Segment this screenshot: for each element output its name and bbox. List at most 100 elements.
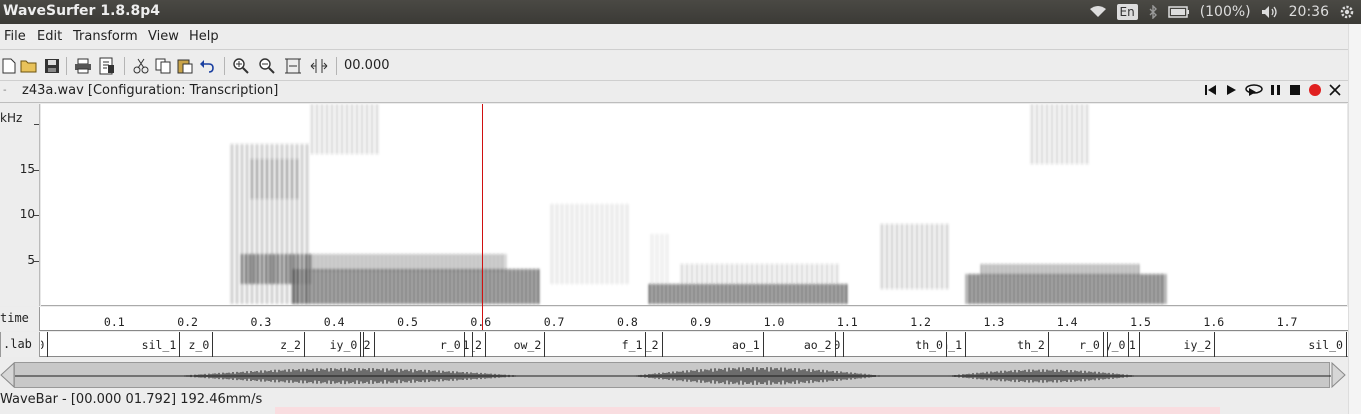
label-segment-text: r_2 — [473, 338, 482, 352]
zoom-full-icon[interactable] — [284, 57, 302, 75]
play-loop-icon[interactable] — [1244, 83, 1264, 101]
open-folder-icon[interactable] — [20, 57, 38, 75]
label-segment-text: r_0 — [836, 338, 841, 352]
skip-to-start-icon[interactable] — [1204, 83, 1218, 101]
label-segment[interactable]: sil_0 — [41, 332, 49, 357]
label-segment[interactable]: sil_1 — [48, 332, 181, 357]
time-tick-label: 0.4 — [323, 315, 345, 329]
label-segment[interactable]: th_1 — [947, 332, 967, 357]
label-segment-text: iy_1 — [1129, 338, 1136, 352]
wavebar-overview[interactable] — [14, 362, 1331, 388]
record-icon[interactable] — [1308, 83, 1322, 101]
time-tick-label: 1.0 — [763, 315, 785, 329]
spectrogram-canvas[interactable] — [41, 104, 1347, 306]
time-position-field[interactable]: 00.000 — [344, 58, 390, 73]
transcription-tier[interactable]: .lab sil_0sil_1z_0z_2iy_0iy_1iy_2r_0r_1r… — [0, 332, 1348, 357]
clock[interactable]: 20:36 — [1289, 4, 1329, 20]
play-icon[interactable] — [1224, 83, 1238, 101]
stop-icon[interactable] — [1288, 83, 1302, 101]
time-axis: time 0.1 0.2 0.3 0.4 0.5 0.6 0.7 0.8 0.9 1.0 1.1 1.… — [0, 307, 1348, 331]
volume-icon[interactable] — [1261, 5, 1279, 19]
settings-gear-icon[interactable] — [1339, 4, 1355, 20]
collapse-handle-icon[interactable]: - — [3, 85, 7, 96]
toolbar: 00.000 — [0, 51, 1348, 81]
cut-icon[interactable] — [132, 57, 150, 75]
label-segment[interactable]: r_0 — [1049, 332, 1104, 357]
time-axis-label: time — [0, 307, 40, 331]
bluetooth-icon[interactable] — [1148, 5, 1158, 19]
menu-transform[interactable]: Transform — [73, 29, 138, 44]
playback-controls — [1204, 83, 1342, 101]
label-segment-text: r_0 — [439, 338, 461, 352]
label-segment-text: sil_0 — [41, 338, 44, 352]
status-text: WaveBar - [00.000 01.792] 192.46mm/s — [0, 392, 263, 407]
undo-icon[interactable] — [198, 57, 216, 75]
label-segment[interactable]: iy_2 — [364, 332, 375, 357]
label-segment-text: f_2 — [646, 338, 659, 352]
battery-percent: (100%) — [1199, 4, 1251, 20]
label-segment-text: sil_0 — [1308, 338, 1343, 352]
label-segment-text: r_0 — [1079, 338, 1100, 352]
time-tick-label: 1.3 — [983, 315, 1005, 329]
wifi-icon[interactable] — [1089, 5, 1107, 19]
label-segment[interactable]: r_0 — [375, 332, 465, 357]
label-segment[interactable]: ao_1 — [663, 332, 764, 357]
toolbar-separator — [336, 57, 337, 75]
menu-edit[interactable]: Edit — [37, 29, 62, 44]
label-segment[interactable]: f_2 — [646, 332, 663, 357]
menu-bar: File Edit Transform View Help — [0, 24, 1348, 50]
label-segment[interactable]: th_2 — [966, 332, 1049, 357]
scroll-right-icon[interactable] — [1330, 362, 1346, 388]
tier-label: .lab — [0, 332, 40, 357]
save-icon[interactable] — [43, 57, 61, 75]
time-tick-label: 0.5 — [397, 315, 418, 329]
window-title: WaveSurfer 1.8.8p4 — [3, 3, 160, 19]
axis-tick — [34, 124, 39, 125]
label-segment[interactable]: ow_2 — [486, 332, 546, 357]
background-window-edge — [275, 407, 1220, 414]
label-segment-text: th_0 — [915, 338, 943, 352]
label-segment[interactable]: sil_0 — [1215, 332, 1347, 357]
label-segment[interactable]: iy_2 — [1140, 332, 1216, 357]
toolbar-separator — [124, 57, 125, 75]
toolbar-separator — [224, 57, 225, 75]
menu-view[interactable]: View — [148, 29, 179, 44]
keyboard-layout-indicator[interactable]: En — [1116, 4, 1138, 20]
toolbar-separator — [66, 57, 67, 75]
print-setup-icon[interactable] — [98, 57, 116, 75]
print-icon[interactable] — [74, 57, 92, 75]
paste-icon[interactable] — [176, 57, 194, 75]
label-segment[interactable]: z_0 — [180, 332, 214, 357]
spectrogram-energy — [229, 104, 1166, 304]
label-segment[interactable]: iy_1 — [1130, 332, 1140, 357]
label-segment[interactable]: iy_0 — [1108, 332, 1130, 357]
close-pane-icon[interactable] — [1328, 83, 1342, 101]
menu-help[interactable]: Help — [189, 29, 219, 44]
playback-cursor[interactable] — [482, 104, 483, 330]
label-segment[interactable]: z_2 — [213, 332, 305, 357]
label-segment[interactable]: f_1 — [545, 332, 647, 357]
label-segment[interactable]: r_1 — [465, 332, 474, 357]
battery-icon[interactable] — [1167, 6, 1190, 18]
wavebar — [0, 360, 1348, 390]
time-tick-label: 1.4 — [1056, 315, 1078, 329]
label-segment[interactable]: r_2 — [473, 332, 486, 357]
time-tick-label: 0.2 — [177, 315, 198, 329]
new-file-icon[interactable] — [0, 57, 18, 75]
copy-icon[interactable] — [154, 57, 172, 75]
label-segment-text: f_1 — [621, 338, 643, 352]
label-segment-text: z_2 — [280, 338, 301, 352]
window-titlebar: WaveSurfer 1.8.8p4 En (100%) 20:36 — [0, 0, 1361, 24]
menu-file[interactable]: File — [4, 29, 26, 44]
time-tick-label: 0.1 — [103, 315, 125, 329]
label-segment[interactable]: iy_0 — [305, 332, 362, 357]
pause-icon[interactable] — [1270, 83, 1282, 101]
file-title: z43a.wav [Configuration: Transcription] — [22, 83, 279, 98]
label-segment[interactable]: ao_2 — [764, 332, 836, 357]
label-segment-text: z_0 — [188, 338, 210, 352]
label-segment[interactable]: r_0 — [836, 332, 845, 357]
zoom-selection-icon[interactable] — [310, 57, 328, 75]
zoom-out-icon[interactable] — [258, 57, 276, 75]
label-segment[interactable]: th_0 — [844, 332, 947, 357]
zoom-in-icon[interactable] — [232, 57, 250, 75]
